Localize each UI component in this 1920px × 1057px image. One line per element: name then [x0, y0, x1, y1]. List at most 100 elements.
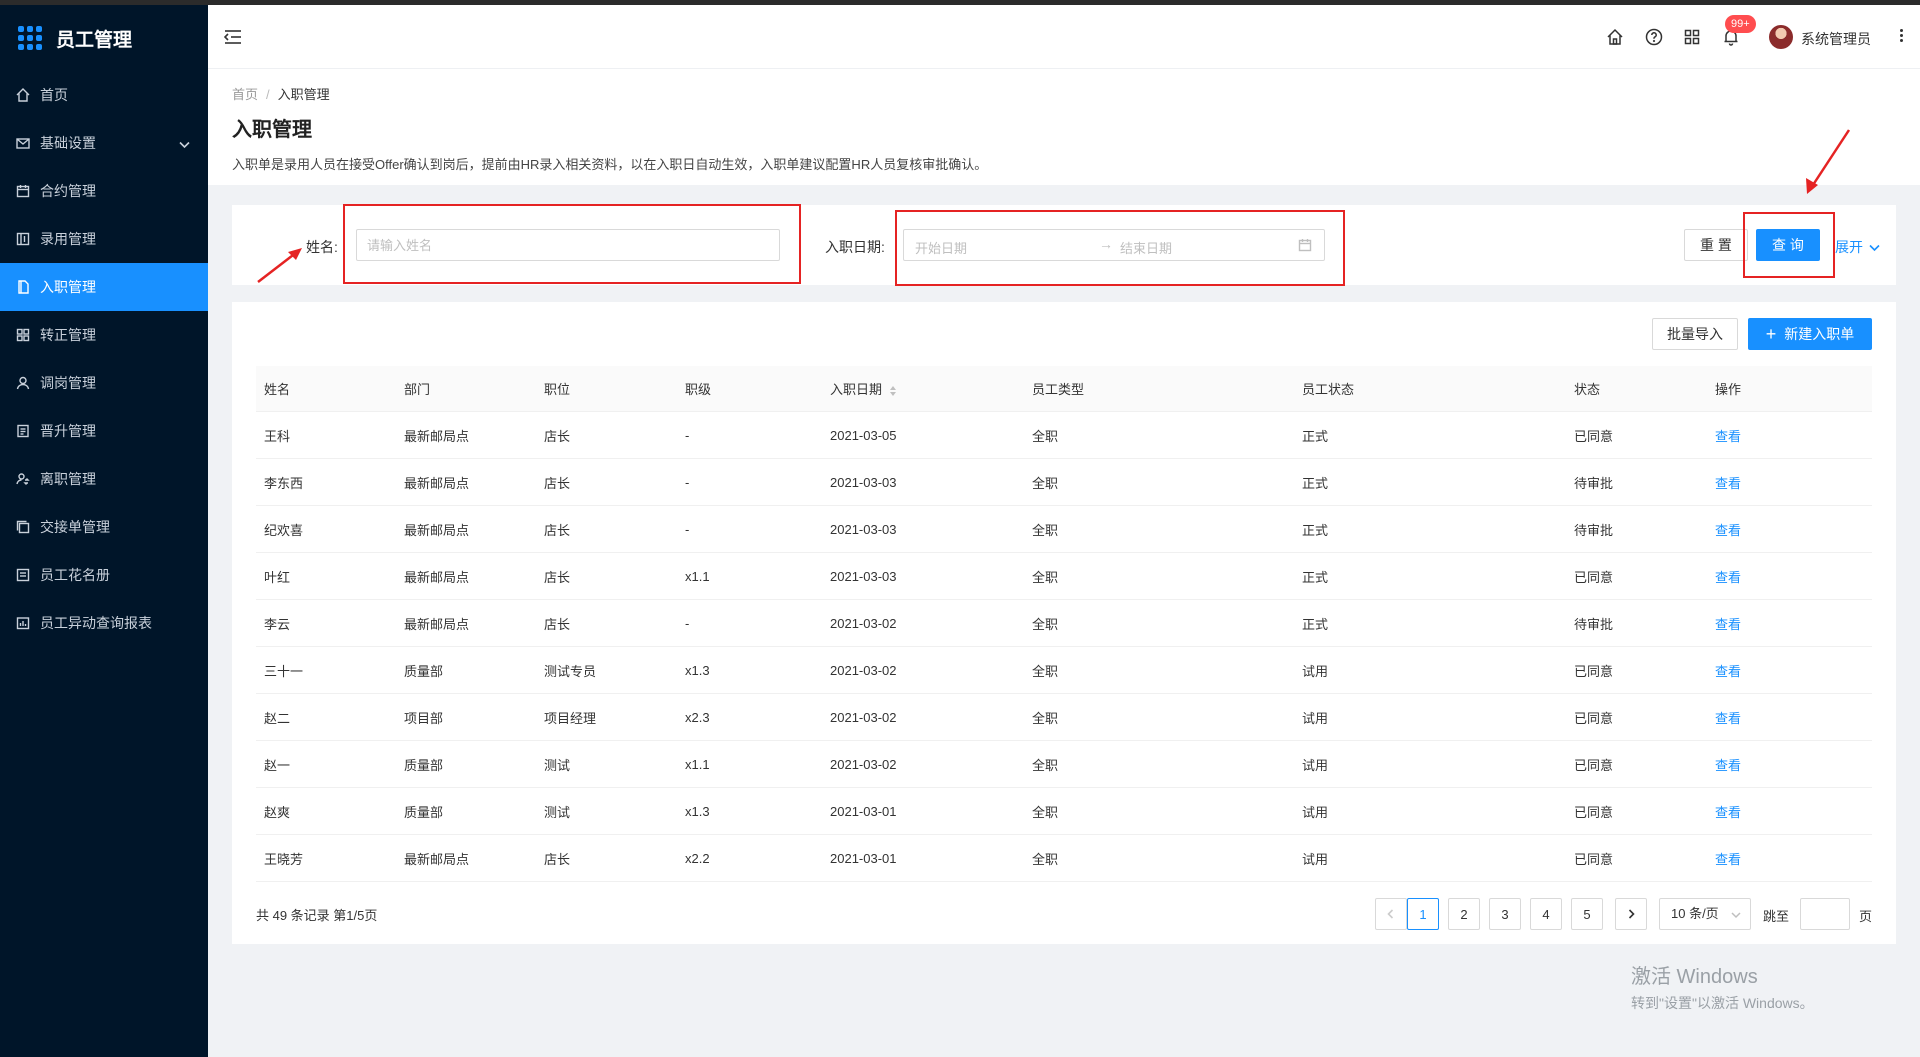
sidebar-item[interactable]: 员工异动查询报表: [0, 599, 208, 647]
sort-icon[interactable]: [890, 385, 897, 396]
name-input[interactable]: [356, 229, 780, 261]
view-link[interactable]: 查看: [1707, 802, 1872, 821]
more-vertical-icon[interactable]: [1898, 27, 1904, 47]
view-link[interactable]: 查看: [1707, 567, 1872, 586]
table-cell: 2021-03-01: [830, 850, 897, 866]
chevron-right-icon: [1628, 909, 1635, 919]
column-header[interactable]: 入职日期: [822, 379, 1024, 398]
column-header-label: 职级: [685, 382, 712, 397]
sidebar-item[interactable]: 基础设置: [0, 119, 208, 167]
table-cell: 正式: [1302, 616, 1329, 632]
sidebar-item[interactable]: 员工花名册: [0, 551, 208, 599]
apps-icon[interactable]: [1683, 28, 1701, 46]
table-cell: x2.2: [685, 850, 710, 866]
sidebar-item[interactable]: 首页: [0, 71, 208, 119]
sidebar-item[interactable]: 入职管理: [0, 263, 208, 311]
table-cell: 测试专员: [544, 663, 597, 679]
windows-activation-watermark: 激活 Windows 转到"设置"以激活 Windows。: [1631, 960, 1814, 1013]
view-link[interactable]: 查看: [1707, 614, 1872, 633]
table-cell: 店长: [544, 428, 571, 444]
sidebar-item-label: 员工异动查询报表: [40, 615, 152, 631]
breadcrumb: 首页 / 入职管理: [232, 84, 330, 103]
page-button[interactable]: 3: [1489, 898, 1521, 930]
table-body: 王科 最新邮局点 店长 -2021-03-05 全职 正式 已同意 查看 李东西 最新邮局点 店长 -…: [256, 412, 1872, 882]
page-button[interactable]: 1: [1407, 898, 1439, 930]
watermark-line2: 转到"设置"以激活 Windows。: [1631, 995, 1814, 1011]
home-icon[interactable]: [1606, 28, 1624, 46]
table-cell: 店长: [544, 851, 571, 867]
sidebar-item[interactable]: 转正管理: [0, 311, 208, 359]
sidebar-item[interactable]: 调岗管理: [0, 359, 208, 407]
table-cell: 叶红: [264, 569, 291, 585]
new-entry-button[interactable]: + 新建入职单: [1748, 318, 1872, 350]
view-link[interactable]: 查看: [1707, 755, 1872, 774]
batch-import-button[interactable]: 批量导入: [1652, 318, 1738, 350]
prev-page-button[interactable]: [1375, 898, 1407, 930]
table-cell: 2021-03-05: [830, 427, 897, 443]
start-date-placeholder[interactable]: 开始日期: [915, 238, 967, 257]
entry-date-range-picker[interactable]: 开始日期 → 结束日期: [903, 229, 1325, 261]
table-cell: 质量部: [404, 757, 444, 773]
table-row: 纪欢喜 最新邮局点 店长 - 2021-03-03 全职 正式 待审批 查看: [256, 506, 1872, 553]
sidebar-item[interactable]: 合约管理: [0, 167, 208, 215]
reset-button[interactable]: 重 置: [1684, 229, 1748, 261]
next-page-button[interactable]: [1615, 898, 1647, 930]
sidebar-item-label: 合约管理: [40, 183, 96, 199]
calendar-icon: [16, 184, 30, 198]
table-cell: 全职: [1032, 804, 1059, 820]
page-button[interactable]: 4: [1530, 898, 1562, 930]
table-cell: 店长: [544, 475, 571, 491]
table-cell: 赵一: [264, 757, 291, 773]
search-panel: 姓名: 入职日期: 开始日期 → 结束日期 重 置 查 询 展开: [232, 205, 1896, 285]
view-link[interactable]: 查看: [1707, 520, 1872, 539]
page-size-select[interactable]: 10 条/页: [1659, 898, 1751, 930]
chevron-down-icon: [179, 137, 190, 153]
username[interactable]: 系统管理员: [1801, 29, 1871, 49]
table-row: 王晓芳 最新邮局点 店长 x2.2 2021-03-01 全职 试用 已同意 查看: [256, 835, 1872, 882]
table-cell: 2021-03-02: [830, 709, 897, 725]
table-cell: 全职: [1032, 616, 1059, 632]
table-cell: 全职: [1032, 428, 1059, 444]
view-link[interactable]: 查看: [1707, 473, 1872, 492]
page-button[interactable]: 5: [1571, 898, 1603, 930]
table-cell: 王科: [264, 428, 291, 444]
query-button[interactable]: 查 询: [1756, 229, 1820, 261]
column-header-label: 职位: [544, 382, 571, 397]
table-cell: 待审批: [1574, 522, 1614, 538]
help-icon[interactable]: [1645, 28, 1663, 46]
page-header: 首页 / 入职管理 入职管理 入职单是录用人员在接受Offer确认到岗后，提前由HR…: [208, 69, 1920, 185]
table-cell: 最新邮局点: [404, 522, 470, 538]
view-link[interactable]: 查看: [1707, 426, 1872, 445]
app-logo[interactable]: 员工管理: [0, 5, 208, 71]
view-link[interactable]: 查看: [1707, 849, 1872, 868]
table-cell: 2021-03-02: [830, 615, 897, 631]
view-link[interactable]: 查看: [1707, 708, 1872, 727]
breadcrumb-home[interactable]: 首页: [232, 87, 258, 102]
sidebar-menu: 首页 基础设置 合约管理 录用管理 入职管理 转正管理 调岗管理 晋升管理 离职管理 交接单管理员…: [0, 71, 208, 647]
column-header-label: 员工状态: [1302, 382, 1355, 397]
table-cell: x1.1: [685, 568, 710, 584]
expand-toggle[interactable]: 展开: [1835, 237, 1880, 257]
mail-icon: [16, 136, 30, 150]
sidebar-item[interactable]: 交接单管理: [0, 503, 208, 551]
column-header: 姓名: [256, 379, 396, 398]
page-button[interactable]: 2: [1448, 898, 1480, 930]
table-cell: 项目经理: [544, 710, 597, 726]
sidebar-item-label: 调岗管理: [40, 375, 96, 391]
view-link[interactable]: 查看: [1707, 661, 1872, 680]
avatar[interactable]: [1769, 25, 1793, 49]
table-cell: 赵二: [264, 710, 291, 726]
expand-label: 展开: [1835, 239, 1863, 255]
table-cell: 正式: [1302, 428, 1329, 444]
table-cell: 店长: [544, 522, 571, 538]
range-arrow: →: [1099, 236, 1113, 252]
menu-fold-icon[interactable]: [223, 29, 242, 45]
end-date-placeholder[interactable]: 结束日期: [1120, 238, 1172, 257]
chevron-left-icon: [1387, 909, 1394, 919]
plus-icon: +: [1765, 324, 1777, 344]
sidebar-item[interactable]: 晋升管理: [0, 407, 208, 455]
jump-page-input[interactable]: [1800, 898, 1850, 930]
table-cell: 试用: [1302, 710, 1329, 726]
sidebar-item[interactable]: 离职管理: [0, 455, 208, 503]
sidebar-item[interactable]: 录用管理: [0, 215, 208, 263]
